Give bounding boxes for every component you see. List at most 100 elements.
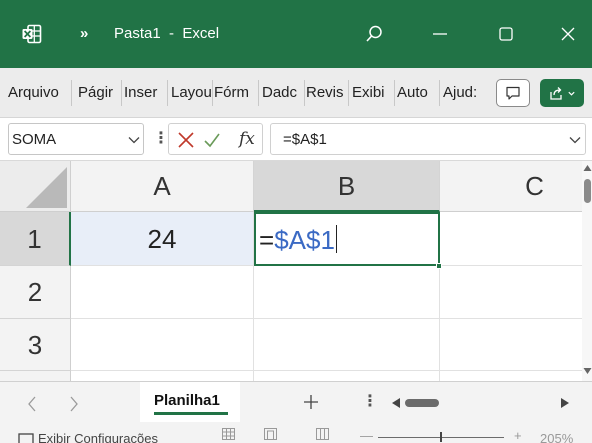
formula-equals: =	[259, 225, 275, 255]
tab-divider	[439, 80, 440, 106]
zoom-in-button[interactable]: +	[514, 429, 522, 442]
cell-b3[interactable]	[254, 319, 440, 371]
tab-layout[interactable]: Layou	[171, 83, 211, 103]
cell-a3[interactable]	[71, 319, 254, 371]
formula-bar-options[interactable]: ⋮	[153, 130, 169, 148]
cell-a2[interactable]	[71, 266, 254, 319]
tab-divider	[258, 80, 259, 106]
tab-pagina[interactable]: Págir	[78, 83, 120, 103]
more-commands-button[interactable]: »	[80, 26, 88, 41]
tab-revisao[interactable]: Revis	[306, 83, 346, 103]
name-box[interactable]: SOMA	[8, 123, 144, 155]
scroll-down-icon[interactable]	[583, 367, 592, 375]
sheet-tab-label: Planilha1	[154, 392, 220, 409]
fill-handle[interactable]	[436, 263, 442, 269]
title-bar: » Pasta1 - Excel	[0, 0, 592, 68]
minimize-icon	[433, 33, 447, 35]
cancel-x-icon[interactable]	[177, 131, 195, 149]
sheet-tab-bar: Planilha1 ⋮	[0, 381, 592, 425]
tab-divider	[348, 80, 349, 106]
cell-c2[interactable]	[440, 266, 582, 319]
cell-a1[interactable]: 24	[71, 212, 254, 266]
search-icon	[366, 25, 382, 42]
ribbon-tabs: Arquivo Págir Inser Layou Fórm Dadc Revi…	[0, 68, 592, 118]
chevron-right-icon[interactable]	[66, 394, 82, 414]
comment-icon	[506, 86, 520, 100]
cell-c1[interactable]	[440, 212, 582, 266]
vertical-scrollbar[interactable]	[582, 161, 592, 381]
column-header-b[interactable]: B	[254, 161, 440, 212]
cell-c3[interactable]	[440, 319, 582, 371]
plus-icon[interactable]	[302, 393, 320, 411]
row-header-2[interactable]: 2	[0, 266, 71, 319]
formula-input[interactable]: =$A$1	[270, 123, 586, 155]
cell-b4[interactable]	[254, 371, 440, 381]
cell-b2[interactable]	[254, 266, 440, 319]
active-tab-indicator	[154, 412, 228, 415]
status-bar: Exibir Configurações — + 205%	[0, 425, 592, 443]
formula-reference: $A$1	[274, 225, 335, 255]
tab-formulas[interactable]: Fórm	[214, 83, 256, 103]
text-caret	[335, 225, 337, 253]
insert-function-button[interactable]: fx	[239, 126, 255, 152]
zoom-out-button[interactable]: —	[360, 429, 373, 442]
column-header-a[interactable]: A	[71, 161, 254, 212]
row-header-3[interactable]: 3	[0, 319, 71, 371]
cell-b1-editor[interactable]: =$A$1	[254, 212, 440, 266]
tab-inserir[interactable]: Inser	[124, 83, 166, 103]
tab-dados[interactable]: Dadc	[262, 83, 302, 103]
tab-divider	[167, 80, 168, 106]
comments-button[interactable]	[496, 79, 530, 107]
cell-c4[interactable]	[440, 371, 582, 381]
tab-divider	[71, 80, 72, 106]
select-all-button[interactable]	[0, 161, 71, 212]
scroll-left-icon[interactable]	[391, 397, 401, 409]
column-header-c[interactable]: C	[440, 161, 582, 212]
zoom-slider-thumb[interactable]	[440, 432, 442, 442]
share-button[interactable]	[540, 79, 584, 107]
maximize-icon	[499, 27, 513, 41]
row-header-4[interactable]	[0, 371, 71, 381]
formula-text: =$A$1	[283, 131, 327, 148]
name-box-value: SOMA	[12, 131, 57, 148]
formula-bar: SOMA ⋮ fx =$A$1	[0, 118, 592, 161]
scroll-right-icon[interactable]	[560, 397, 570, 409]
tab-divider	[304, 80, 305, 106]
sheet-tab-planilha1[interactable]: Planilha1	[140, 382, 240, 422]
scroll-up-icon[interactable]	[583, 164, 592, 172]
window-title: Pasta1 - Excel	[114, 25, 220, 42]
chevron-down-icon[interactable]	[568, 133, 582, 147]
display-settings-icon[interactable]	[18, 433, 34, 443]
zoom-level[interactable]: 205%	[540, 431, 573, 443]
tab-arquivo[interactable]: Arquivo	[8, 83, 68, 103]
sheet-options[interactable]: ⋮	[362, 392, 378, 412]
tab-ajuda[interactable]: Ajud:	[443, 83, 487, 103]
chevron-left-icon[interactable]	[24, 394, 40, 414]
close-button[interactable]	[550, 16, 586, 52]
tab-divider	[121, 80, 122, 106]
normal-view-icon[interactable]	[222, 428, 235, 440]
horizontal-scroll-thumb[interactable]	[405, 399, 439, 407]
search-button[interactable]	[356, 16, 392, 52]
tab-exibir[interactable]: Exibi	[352, 83, 390, 103]
formula-buttons: fx	[168, 123, 263, 155]
tab-divider	[212, 80, 213, 106]
checkmark-icon[interactable]	[203, 131, 221, 149]
row-header-1[interactable]: 1	[0, 212, 71, 266]
page-break-view-icon[interactable]	[316, 428, 329, 440]
display-settings-label[interactable]: Exibir Configurações	[38, 431, 158, 443]
maximize-button[interactable]	[488, 16, 524, 52]
cell-b1-formula: =$A$1	[259, 225, 337, 255]
excel-icon	[22, 24, 42, 44]
chevron-down-icon[interactable]	[127, 133, 141, 147]
share-icon	[550, 87, 562, 100]
select-all-triangle-icon	[26, 167, 67, 208]
chevron-down-icon	[568, 91, 575, 96]
page-layout-view-icon[interactable]	[264, 428, 277, 440]
tab-divider	[394, 80, 395, 106]
minimize-button[interactable]	[422, 16, 458, 52]
vertical-scroll-thumb[interactable]	[584, 179, 591, 203]
tab-automatizar[interactable]: Auto	[397, 83, 435, 103]
cell-a4[interactable]	[71, 371, 254, 381]
close-icon	[561, 27, 575, 41]
